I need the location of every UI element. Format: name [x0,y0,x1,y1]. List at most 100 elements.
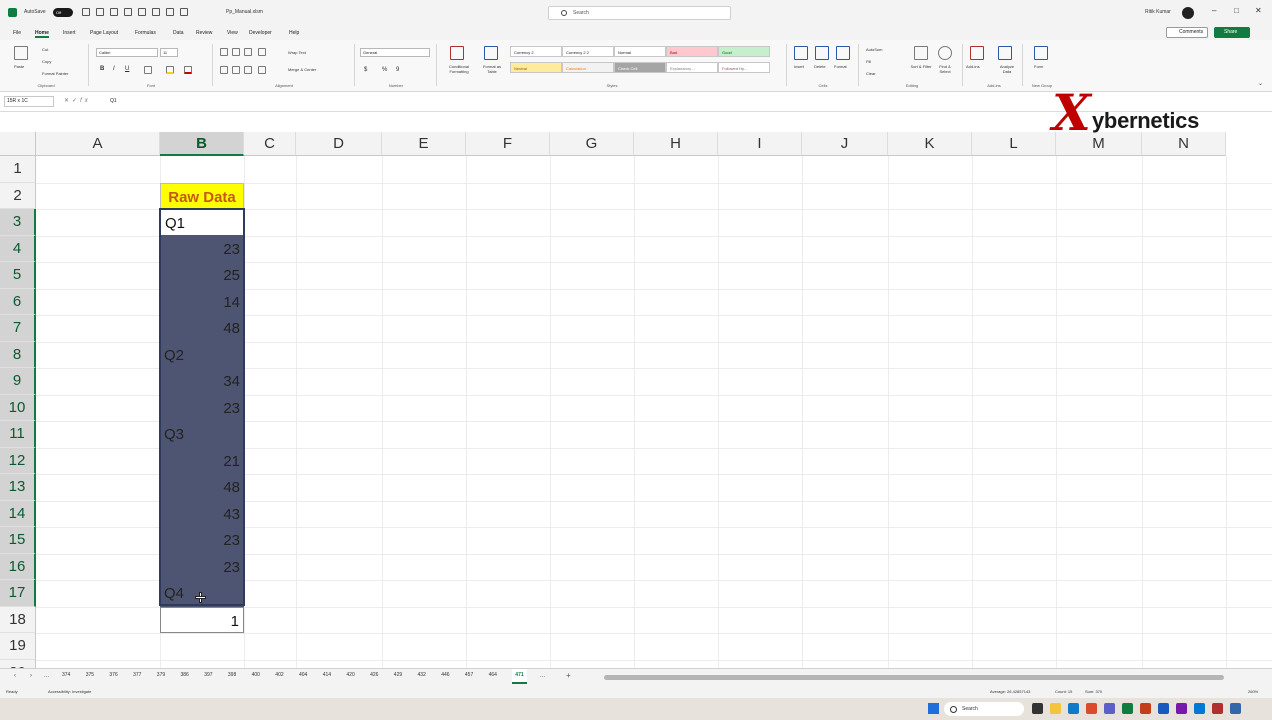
restore-button[interactable]: □ [1234,6,1239,15]
fill-color-icon[interactable] [166,66,174,74]
row-header-15[interactable]: 15 [0,527,36,554]
format-painter-button[interactable]: Format Painter [42,71,68,76]
add-sheet-button[interactable]: + [566,671,571,680]
zoom-level[interactable]: 260% [1248,689,1258,694]
comments-button[interactable]: Comments [1166,27,1208,38]
customize-icon[interactable] [180,8,188,16]
column-header-b[interactable]: B [160,132,244,156]
app-icon[interactable] [1086,703,1097,714]
conditional-formatting-label[interactable]: Conditional Formatting [442,64,476,74]
outlook-icon[interactable] [1194,703,1205,714]
analyze-data-icon[interactable] [998,46,1012,60]
row-header-1[interactable]: 1 [0,156,36,183]
delete-cells-icon[interactable] [815,46,829,60]
row-header-20[interactable]: 20 [0,659,36,668]
teams-icon[interactable] [1104,703,1115,714]
find-select-label[interactable]: Find & Select [934,64,956,74]
autosum-button[interactable]: AutoSum [866,47,882,52]
tab-data[interactable]: Data [173,30,184,36]
copy-button[interactable]: Copy [42,59,51,64]
cell-style-3[interactable]: Normal [614,46,666,57]
accessibility-status[interactable]: Accessibility: Investigate [48,689,91,694]
sheet-tab-375[interactable]: 375 [86,672,94,678]
sheet-more-left[interactable]: ... [44,673,49,679]
underline-button[interactable]: U [125,66,129,72]
align-left-icon[interactable] [220,66,228,74]
value-cell[interactable]: 23 [160,527,244,554]
currency-button[interactable]: $ [364,67,367,73]
sort-icon[interactable] [152,8,160,16]
sheet-tab-404[interactable]: 404 [299,672,307,678]
tab-review[interactable]: Review [196,30,212,36]
row-header-17[interactable]: 17 [0,580,36,607]
row-header-19[interactable]: 19 [0,633,36,660]
column-header-j[interactable]: J [802,132,888,156]
cell-style-4[interactable]: Bad [666,46,718,57]
tab-file[interactable]: File [13,30,21,36]
column-header-k[interactable]: K [888,132,972,156]
cell-style-6[interactable]: Neutral [510,62,562,73]
tab-home[interactable]: Home [35,30,49,38]
column-header-i[interactable]: I [718,132,802,156]
row-header-8[interactable]: 8 [0,341,36,368]
value-cell[interactable]: 23 [160,235,244,262]
sheet-prev-icon[interactable]: ‹ [14,673,16,679]
cell-style-9[interactable]: Explanatory ... [666,62,718,73]
cancel-icon[interactable]: ✕ [64,98,72,104]
merge-center-button[interactable]: Merge & Center [288,67,316,72]
value-cell[interactable]: 48 [160,315,244,342]
avatar[interactable] [1182,7,1194,19]
orientation-icon[interactable] [258,48,266,56]
comma-button[interactable]: 9 [396,67,399,73]
align-middle-icon[interactable] [232,48,240,56]
analyze-data-label[interactable]: Analyze Data [996,64,1018,74]
sort-filter-label[interactable]: Sort & Filter [910,64,932,69]
align-center-icon[interactable] [232,66,240,74]
undo-icon[interactable] [96,8,104,16]
bold-button[interactable]: B [100,66,104,72]
print-icon[interactable] [166,8,174,16]
name-box[interactable]: 15R x 1C [4,96,54,107]
sheet-tab-379[interactable]: 379 [157,672,165,678]
horizontal-scrollbar[interactable] [596,674,1260,681]
format-cells-icon[interactable] [836,46,850,60]
quarter-label-cell[interactable]: Q1 [160,209,244,236]
column-header-a[interactable]: A [36,132,160,156]
sheet-tab-429[interactable]: 429 [394,672,402,678]
clear-button[interactable]: Clear [866,71,876,76]
format-cells-label[interactable]: Format [834,64,847,69]
column-header-f[interactable]: F [466,132,550,156]
enter-icon[interactable]: ✓ [72,98,80,104]
row-header-16[interactable]: 16 [0,553,36,580]
worksheet-grid[interactable]: ABCDEFGHIJKLMN 1 2 3 4 5 6 7 8 9 10 11 12 13 14 15 16 17… [0,132,1272,668]
tab-formulas[interactable]: Formulas [135,30,156,36]
borders-icon[interactable] [144,66,152,74]
align-right-icon[interactable] [244,66,252,74]
row-header-9[interactable]: 9 [0,368,36,395]
user-name[interactable]: Ritik Kumar [1145,9,1171,15]
sheet-tab-402[interactable]: 402 [275,672,283,678]
quarter-label-cell[interactable]: Q3 [160,421,244,448]
paste-icon[interactable] [14,46,28,60]
cell-style-10[interactable]: Followed Hy... [718,62,770,73]
cell-style-5[interactable]: Good [718,46,770,57]
align-top-icon[interactable] [220,48,228,56]
collapse-ribbon-icon[interactable]: ⌄ [1258,80,1263,87]
taskbar-app-icon[interactable] [1032,703,1043,714]
row-header-10[interactable]: 10 [0,394,36,421]
raw-data-header-cell[interactable]: Raw Data [160,182,244,209]
tab-insert[interactable]: Insert [63,30,76,36]
scrollbar-thumb[interactable] [604,675,1224,680]
row-header-5[interactable]: 5 [0,262,36,289]
row-header-14[interactable]: 14 [0,500,36,527]
tab-page-layout[interactable]: Page Layout [90,30,118,36]
sheet-tab-376[interactable]: 376 [109,672,117,678]
row-header-18[interactable]: 18 [0,606,36,633]
sort-filter-icon[interactable] [914,46,928,60]
addins-label[interactable]: Add-ins [966,64,980,69]
column-header-c[interactable]: C [244,132,296,156]
cell-style-8[interactable]: Check Cell [614,62,666,73]
wrap-text-button[interactable]: Wrap Text [288,50,306,55]
taskbar-search[interactable]: Search [944,702,1024,716]
font-color-icon[interactable] [184,66,192,74]
